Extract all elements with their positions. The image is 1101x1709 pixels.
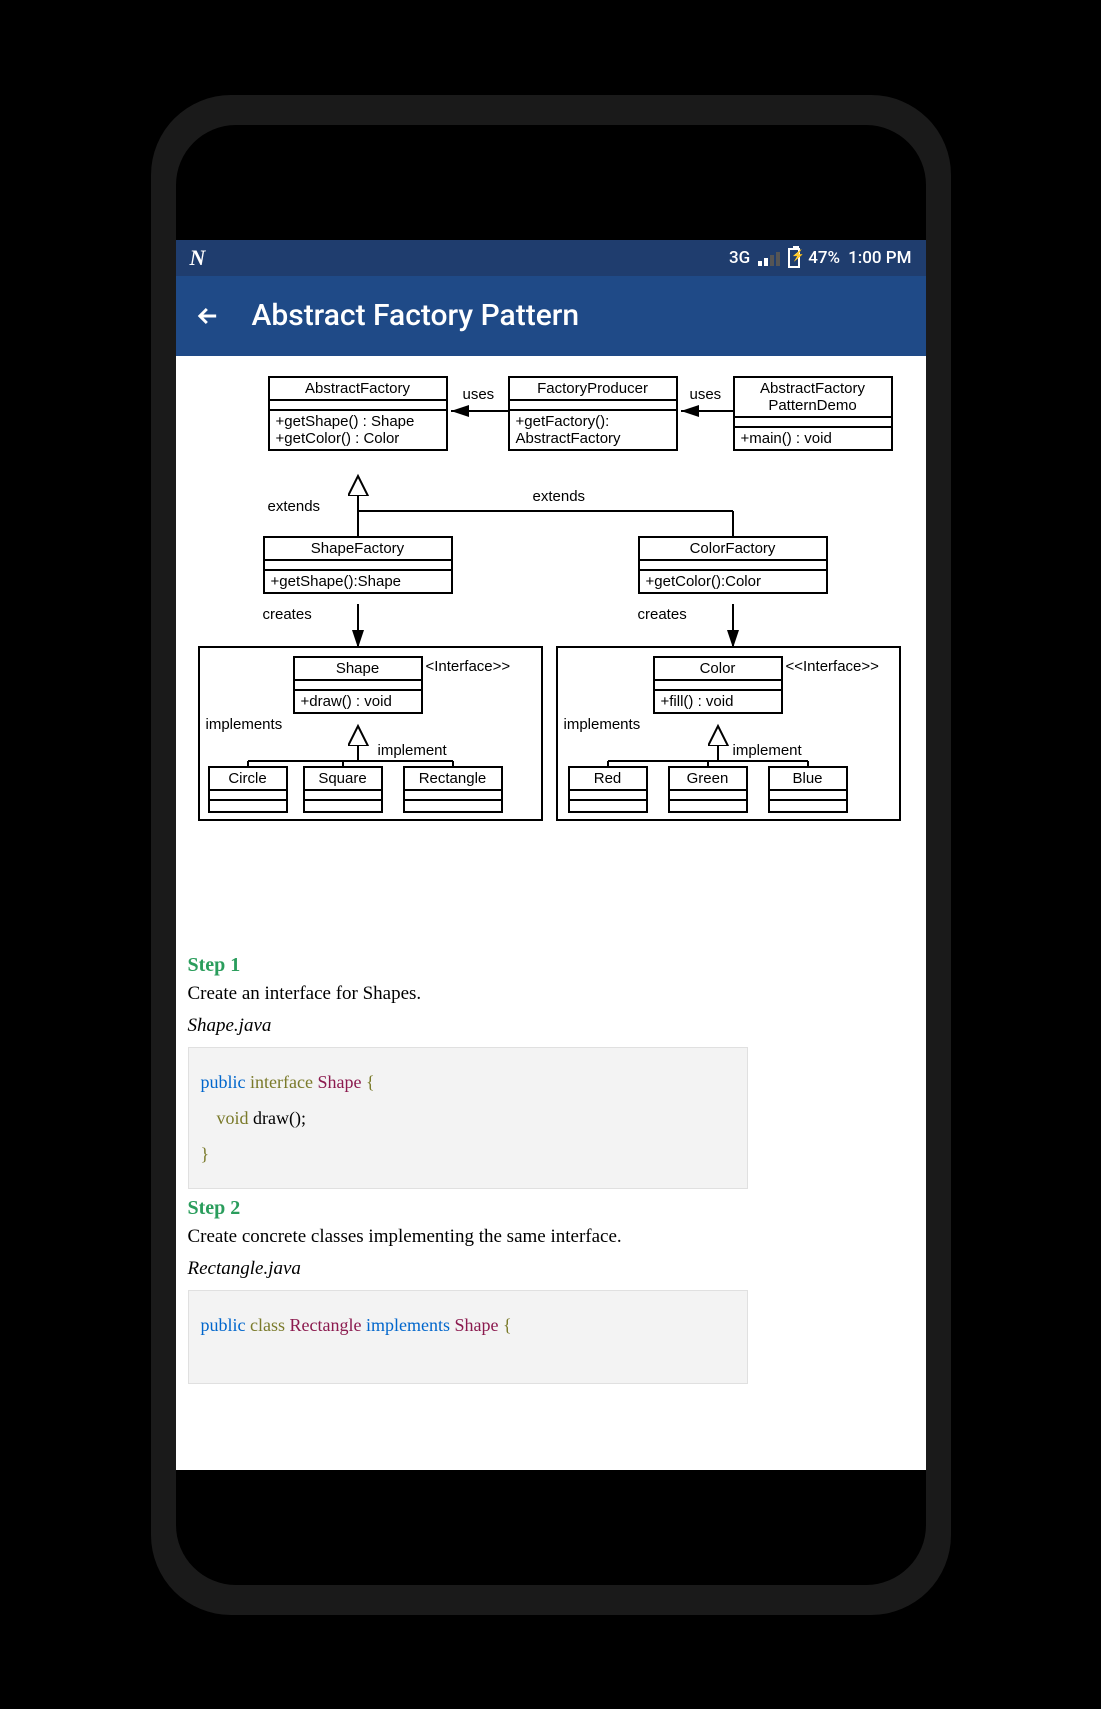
- uml-abstract-factory: AbstractFactory +getShape() : Shape +get…: [268, 376, 448, 451]
- uml-label: uses: [463, 386, 495, 403]
- uml-blue: Blue: [768, 766, 848, 813]
- uml-circle: Circle: [208, 766, 288, 813]
- uml-factory-producer: FactoryProducer +getFactory(): AbstractF…: [508, 376, 678, 451]
- uml-green: Green: [668, 766, 748, 813]
- step-2-code: public class Rectangle implements Shape …: [188, 1290, 748, 1384]
- signal-icon: [758, 250, 780, 266]
- uml-label: creates: [263, 606, 312, 623]
- android-n-icon: N: [190, 245, 206, 271]
- uml-color-factory: ColorFactory +getColor():Color: [638, 536, 828, 594]
- uml-label: extends: [533, 488, 586, 505]
- uml-shape: Shape +draw() : void: [293, 656, 423, 714]
- uml-rectangle: Rectangle: [403, 766, 503, 813]
- uml-label: implement: [733, 742, 802, 759]
- uml-label: extends: [268, 498, 321, 515]
- uml-diagram: AbstractFactory +getShape() : Shape +get…: [188, 366, 914, 946]
- uml-label: implement: [378, 742, 447, 759]
- network-label: 3G: [729, 248, 750, 268]
- uml-shape-factory: ShapeFactory +getShape():Shape: [263, 536, 453, 594]
- step-1-filename: Shape.java: [188, 1015, 914, 1037]
- back-arrow-icon[interactable]: [194, 302, 222, 330]
- uml-label: implements: [564, 716, 641, 733]
- uml-square: Square: [303, 766, 383, 813]
- uml-label: uses: [690, 386, 722, 403]
- uml-red: Red: [568, 766, 648, 813]
- phone-frame: N 3G 47% 1:00 PM Abstract Factory Patter…: [151, 95, 951, 1615]
- status-bar: N 3G 47% 1:00 PM: [176, 240, 926, 276]
- clock: 1:00 PM: [848, 248, 911, 268]
- uml-color: Color +fill() : void: [653, 656, 783, 714]
- step-2-filename: Rectangle.java: [188, 1258, 914, 1280]
- step-2-text: Create concrete classes implementing the…: [188, 1226, 914, 1248]
- app-bar: Abstract Factory Pattern: [176, 276, 926, 356]
- step-1-label: Step 1: [188, 954, 914, 977]
- uml-stereotype: <<Interface>>: [786, 658, 879, 675]
- uml-label: creates: [638, 606, 687, 623]
- step-1-text: Create an interface for Shapes.: [188, 983, 914, 1005]
- content-area[interactable]: AbstractFactory +getShape() : Shape +get…: [176, 356, 926, 1470]
- battery-percent: 47%: [808, 248, 840, 268]
- screen: N 3G 47% 1:00 PM Abstract Factory Patter…: [176, 240, 926, 1470]
- step-1-code: public interface Shape { void draw(); }: [188, 1047, 748, 1189]
- uml-label: implements: [206, 716, 283, 733]
- uml-stereotype: <Interface>>: [426, 658, 511, 675]
- uml-demo: AbstractFactory PatternDemo +main() : vo…: [733, 376, 893, 451]
- battery-icon: [788, 248, 800, 268]
- page-title: Abstract Factory Pattern: [252, 298, 580, 333]
- step-2-label: Step 2: [188, 1197, 914, 1220]
